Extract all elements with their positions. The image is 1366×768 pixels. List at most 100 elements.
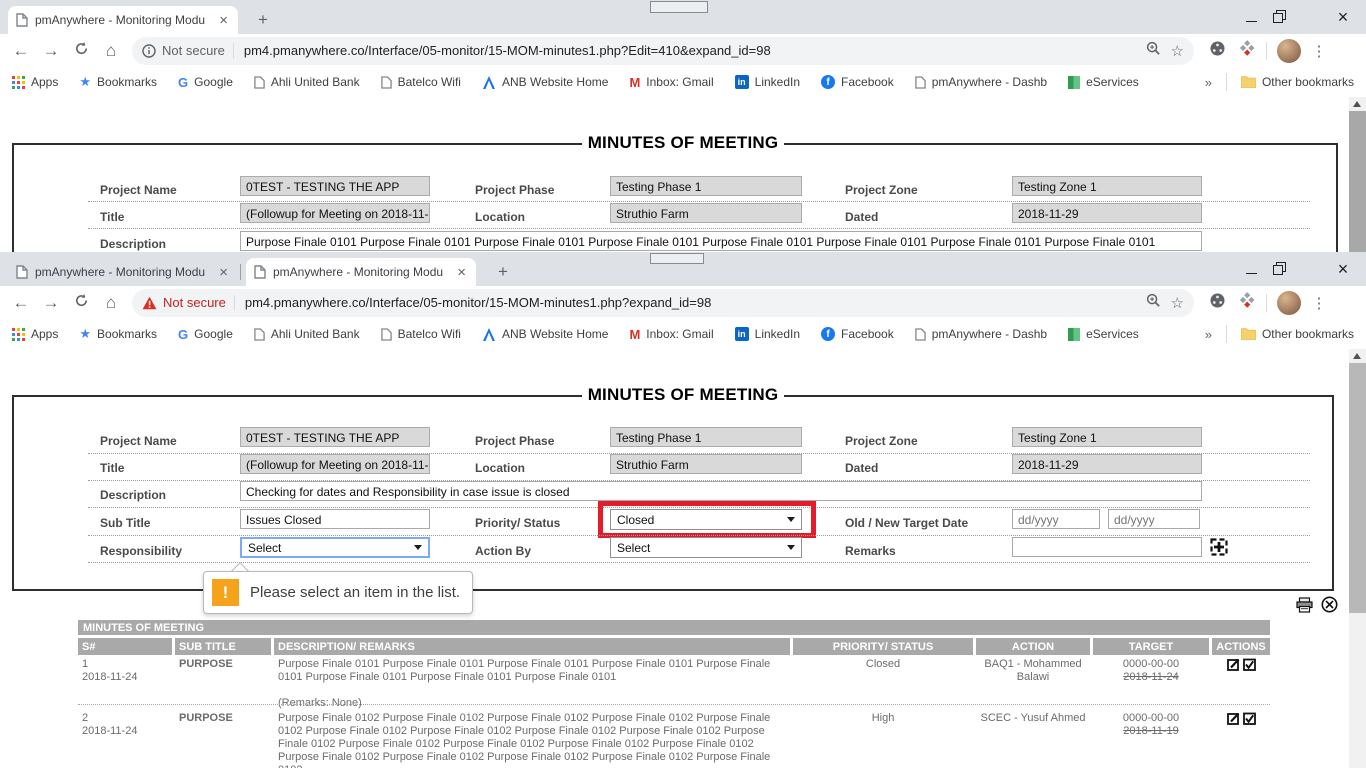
bookmark-apps[interactable]: Apps bbox=[12, 75, 58, 89]
bookmark-batelco-wifi[interactable]: Batelco Wifi bbox=[381, 75, 461, 89]
forward-icon[interactable]: → bbox=[36, 41, 66, 61]
field-project-phase[interactable]: Testing Phase 1 bbox=[610, 427, 802, 447]
bookmark-facebook[interactable]: f Facebook bbox=[821, 75, 894, 89]
reload-icon[interactable] bbox=[66, 293, 96, 313]
field-project-name[interactable]: 0TEST - TESTING THE APP bbox=[240, 176, 430, 196]
responsibility-dropdown[interactable]: Select bbox=[240, 537, 430, 558]
extension-icon[interactable] bbox=[1232, 292, 1262, 313]
priority-status-dropdown[interactable]: Closed bbox=[610, 509, 802, 530]
bookmark-inbox-gmail[interactable]: M Inbox: Gmail bbox=[629, 327, 713, 342]
edit-icon[interactable] bbox=[1227, 658, 1240, 675]
chrome-menu-icon[interactable]: ⋮ bbox=[1307, 294, 1331, 312]
minimize-button[interactable] bbox=[1228, 9, 1274, 26]
profile-avatar[interactable] bbox=[1277, 291, 1301, 315]
bookmark-google[interactable]: G Google bbox=[178, 327, 233, 342]
reload-icon[interactable] bbox=[66, 41, 96, 61]
bookmark-pmanywhere-dashboard[interactable]: pmAnywhere - Dashb bbox=[915, 75, 1047, 89]
remarks-input[interactable] bbox=[1012, 537, 1202, 557]
scrollbar-thumb[interactable] bbox=[1349, 363, 1366, 613]
field-description[interactable]: Purpose Finale 0101 Purpose Finale 0101 … bbox=[240, 231, 1202, 251]
home-icon[interactable]: ⌂ bbox=[96, 41, 126, 61]
bookmark-batelco-wifi[interactable]: Batelco Wifi bbox=[381, 327, 461, 341]
new-tab-button[interactable]: + bbox=[252, 9, 274, 31]
field-location[interactable]: Struthio Farm bbox=[610, 454, 802, 474]
extension-icon[interactable] bbox=[1232, 40, 1262, 61]
bookmark-star-icon[interactable]: ☆ bbox=[1171, 42, 1184, 60]
tab-close-icon[interactable]: × bbox=[455, 265, 468, 280]
bookmark-ahli-united-bank[interactable]: Ahli United Bank bbox=[254, 327, 360, 341]
bookmark-anb-website-home[interactable]: ANB Website Home bbox=[482, 327, 608, 341]
field-project-phase[interactable]: Testing Phase 1 bbox=[610, 176, 802, 196]
bookmarks-overflow-chevron[interactable]: » bbox=[1205, 327, 1212, 342]
other-bookmarks[interactable]: Other bookmarks bbox=[1241, 75, 1354, 89]
tab-pmanywhere[interactable]: pmAnywhere - Monitoring Modu × bbox=[8, 6, 238, 34]
bookmark-ahli-united-bank[interactable]: Ahli United Bank bbox=[254, 75, 360, 89]
minimize-button[interactable] bbox=[1228, 261, 1274, 278]
old-target-date-input[interactable]: dd/yyyy bbox=[1012, 509, 1100, 529]
field-dated[interactable]: 2018-11-29 bbox=[1012, 454, 1202, 474]
new-target-date-input[interactable]: dd/yyyy bbox=[1108, 509, 1200, 529]
tab-close-icon[interactable]: × bbox=[217, 13, 230, 28]
field-sub-title[interactable]: Issues Closed bbox=[240, 509, 430, 529]
edit-icon[interactable] bbox=[1227, 712, 1240, 729]
other-bookmarks[interactable]: Other bookmarks bbox=[1241, 327, 1354, 341]
bookmark-pmanywhere-dashboard[interactable]: pmAnywhere - Dashb bbox=[915, 327, 1047, 341]
forward-icon[interactable]: → bbox=[36, 293, 66, 313]
bookmark-inbox-gmail[interactable]: M Inbox: Gmail bbox=[629, 75, 713, 90]
field-description[interactable]: Checking for dates and Responsibility in… bbox=[240, 481, 1202, 501]
cast-extension-icon[interactable] bbox=[1202, 292, 1232, 314]
new-tab-button[interactable]: + bbox=[492, 261, 514, 283]
field-dated[interactable]: 2018-11-29 bbox=[1012, 203, 1202, 223]
bookmarks-overflow-chevron[interactable]: » bbox=[1205, 75, 1212, 90]
field-title[interactable]: (Followup for Meeting on 2018-11-26) bbox=[240, 454, 430, 474]
restore-button[interactable] bbox=[1274, 9, 1320, 26]
add-row-icon[interactable] bbox=[1210, 538, 1228, 561]
close-button[interactable]: × bbox=[1320, 259, 1366, 280]
security-label[interactable]: Not secure bbox=[162, 43, 225, 58]
bookmark-eservices[interactable]: eServices bbox=[1068, 327, 1139, 341]
bookmark-star-icon[interactable]: ☆ bbox=[1171, 294, 1184, 312]
home-icon[interactable]: ⌂ bbox=[96, 293, 126, 313]
restore-button[interactable] bbox=[1274, 261, 1320, 278]
action-by-dropdown[interactable]: Select bbox=[610, 537, 802, 558]
field-project-name[interactable]: 0TEST - TESTING THE APP bbox=[240, 427, 430, 447]
security-label[interactable]: Not secure bbox=[163, 295, 226, 310]
field-project-zone[interactable]: Testing Zone 1 bbox=[1012, 427, 1202, 447]
bookmark-linkedin[interactable]: in LinkedIn bbox=[735, 327, 800, 341]
approve-check-icon[interactable] bbox=[1243, 658, 1256, 675]
bookmark-eservices[interactable]: eServices bbox=[1068, 75, 1139, 89]
zoom-icon[interactable] bbox=[1146, 41, 1161, 60]
chrome-menu-icon[interactable]: ⋮ bbox=[1307, 42, 1331, 60]
url-text[interactable]: pm4.pmanywhere.co/Interface/05-monitor/1… bbox=[244, 43, 1136, 58]
bookmark-linkedin[interactable]: in LinkedIn bbox=[735, 75, 800, 89]
bookmark-facebook[interactable]: f Facebook bbox=[821, 327, 894, 341]
print-icon[interactable] bbox=[1296, 597, 1313, 618]
close-button[interactable]: × bbox=[1320, 7, 1366, 28]
bookmark-anb-website-home[interactable]: ANB Website Home bbox=[482, 75, 608, 89]
bookmark-bookmarks[interactable]: ★ Bookmarks bbox=[79, 326, 157, 342]
info-icon[interactable] bbox=[142, 44, 156, 58]
zoom-icon[interactable] bbox=[1146, 293, 1161, 312]
scrollbar-thumb[interactable] bbox=[1349, 111, 1366, 252]
field-title[interactable]: (Followup for Meeting on 2018-11-26) bbox=[240, 203, 430, 223]
scrollbar-vertical[interactable] bbox=[1349, 349, 1366, 768]
warning-icon[interactable] bbox=[142, 296, 157, 310]
scrollbar-vertical[interactable] bbox=[1349, 97, 1366, 252]
omnibox[interactable]: Not secure pm4.pmanywhere.co/Interface/0… bbox=[132, 289, 1194, 317]
tab-pmanywhere-2[interactable]: pmAnywhere - Monitoring Modu × bbox=[246, 258, 476, 286]
back-icon[interactable]: ← bbox=[6, 293, 36, 313]
approve-check-icon[interactable] bbox=[1243, 712, 1256, 729]
omnibox[interactable]: Not secure pm4.pmanywhere.co/Interface/0… bbox=[132, 37, 1194, 65]
profile-avatar[interactable] bbox=[1277, 39, 1301, 63]
cast-extension-icon[interactable] bbox=[1202, 40, 1232, 62]
bookmark-bookmarks[interactable]: ★ Bookmarks bbox=[79, 74, 157, 90]
bookmark-google[interactable]: G Google bbox=[178, 75, 233, 90]
scroll-up-icon[interactable] bbox=[1353, 353, 1361, 359]
field-project-zone[interactable]: Testing Zone 1 bbox=[1012, 176, 1202, 196]
url-text[interactable]: pm4.pmanywhere.co/Interface/05-monitor/1… bbox=[245, 295, 1136, 310]
tab-close-icon[interactable]: × bbox=[217, 265, 230, 280]
bookmark-apps[interactable]: Apps bbox=[12, 327, 58, 341]
tab-pmanywhere-1[interactable]: pmAnywhere - Monitoring Modu × bbox=[8, 258, 238, 286]
back-icon[interactable]: ← bbox=[6, 41, 36, 61]
close-circle-icon[interactable] bbox=[1321, 596, 1338, 618]
